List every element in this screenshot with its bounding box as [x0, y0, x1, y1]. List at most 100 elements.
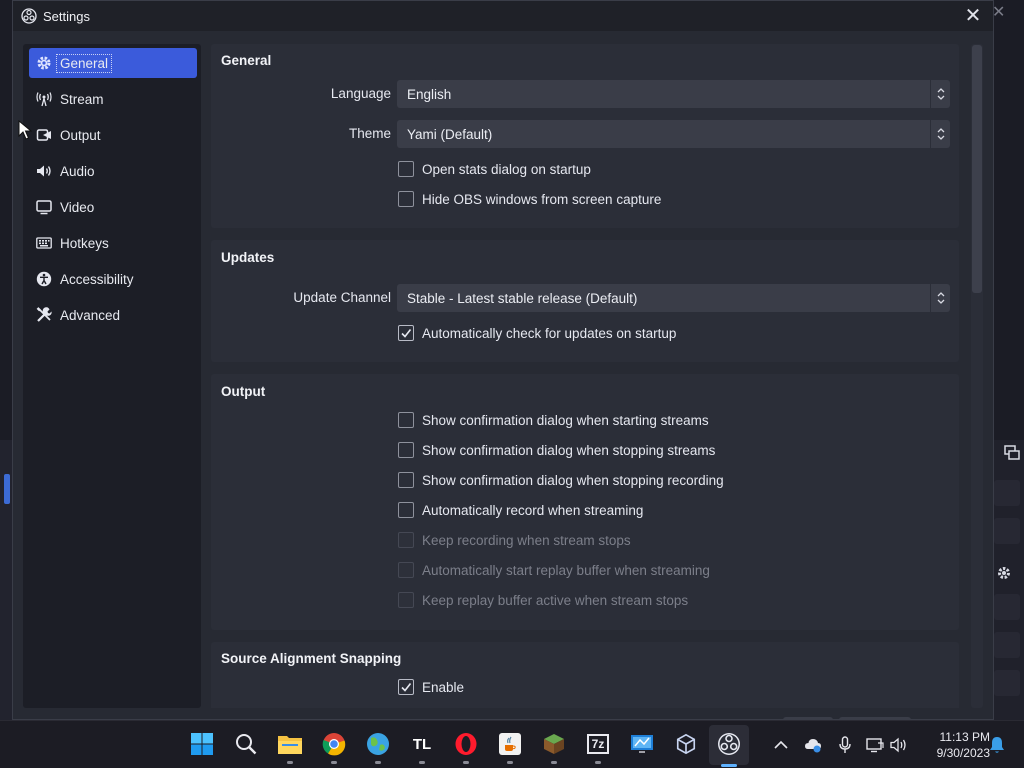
- active-indicator: [721, 764, 737, 767]
- checkbox-label: Automatically record when streaming: [422, 502, 644, 518]
- checkbox-label: Keep recording when stream stops: [422, 532, 631, 548]
- cloud-sync-icon[interactable]: [804, 736, 822, 754]
- sidebar-item-output[interactable]: Output: [29, 120, 197, 150]
- sidebar-item-video[interactable]: Video: [29, 192, 197, 222]
- checkbox-box: [398, 442, 414, 458]
- background-panel-row[interactable]: [994, 632, 1020, 658]
- updates-section: Updates Update Channel Stable - Latest s…: [211, 240, 959, 362]
- sidebar-item-accessibility[interactable]: Accessibility: [29, 264, 197, 294]
- sidebar-item-stream[interactable]: Stream: [29, 84, 197, 114]
- sidebar-item-label: General: [55, 53, 113, 73]
- language-label: Language: [330, 86, 391, 101]
- content-scrollbar[interactable]: [971, 44, 983, 708]
- sidebar-item-label: Hotkeys: [60, 235, 109, 251]
- updown-arrow-icon: [930, 120, 950, 148]
- popout-icon[interactable]: [1004, 445, 1020, 465]
- search-icon[interactable]: [233, 731, 259, 757]
- background-panel-row[interactable]: [994, 518, 1020, 544]
- scrollbar-thumb[interactable]: [972, 45, 982, 293]
- checkbox-label: Hide OBS windows from screen capture: [422, 191, 662, 207]
- confirm-stop-streams-checkbox[interactable]: Show confirmation dialog when stopping s…: [398, 440, 715, 460]
- sidebar-item-label: Advanced: [60, 307, 121, 323]
- file-explorer-icon[interactable]: [277, 731, 303, 757]
- checkbox-box: [398, 532, 414, 548]
- checkbox-box: [398, 191, 414, 207]
- maps-icon[interactable]: [365, 731, 391, 757]
- open-stats-checkbox[interactable]: Open stats dialog on startup: [398, 159, 591, 179]
- sidebar-item-audio[interactable]: Audio: [29, 156, 197, 186]
- sidebar-item-label: Video: [60, 199, 95, 215]
- update-channel-value: Stable - Latest stable release (Default): [407, 291, 638, 306]
- virtualbox-icon[interactable]: [673, 731, 699, 757]
- confirm-stop-recording-checkbox[interactable]: Show confirmation dialog when stopping r…: [398, 470, 724, 490]
- auto-check-updates-checkbox[interactable]: Automatically check for updates on start…: [398, 323, 676, 343]
- background-close-icon[interactable]: ✕: [992, 2, 1005, 22]
- close-button[interactable]: ✕: [961, 4, 985, 28]
- section-title-general: General: [221, 53, 272, 68]
- checkbox-box: [398, 502, 414, 518]
- checkbox-label: Keep replay buffer active when stream st…: [422, 592, 689, 608]
- confirm-start-streams-checkbox[interactable]: Show confirmation dialog when starting s…: [398, 410, 709, 430]
- auto-record-checkbox[interactable]: Automatically record when streaming: [398, 500, 643, 520]
- gear-icon: [35, 54, 53, 72]
- sidebar-item-label: Stream: [60, 91, 104, 107]
- update-channel-select[interactable]: Stable - Latest stable release (Default): [397, 284, 950, 312]
- title-bar: Settings ✕: [13, 1, 993, 31]
- checkbox-label: Automatically check for updates on start…: [422, 325, 677, 341]
- sidebar-item-advanced[interactable]: Advanced: [29, 300, 197, 330]
- settings-gear-icon[interactable]: [996, 565, 1012, 585]
- section-title-snapping: Source Alignment Snapping: [221, 651, 402, 666]
- running-indicator: [331, 761, 337, 764]
- background-panel-row[interactable]: [994, 480, 1020, 506]
- background-panel-row[interactable]: [994, 670, 1020, 696]
- keep-recording-checkbox: Keep recording when stream stops: [398, 530, 631, 550]
- network-icon[interactable]: [866, 736, 884, 754]
- checkbox-box: [398, 562, 414, 578]
- system-clock[interactable]: 11:13 PM 9/30/2023: [918, 729, 990, 761]
- theme-label: Theme: [348, 126, 391, 141]
- checkbox-box: [398, 472, 414, 488]
- tools-icon: [35, 306, 53, 324]
- speaker-icon: [35, 162, 53, 180]
- settings-sidebar: General Stream Output Audio Video Hotkey…: [23, 44, 201, 708]
- keyboard-icon: [35, 234, 53, 252]
- obs-icon[interactable]: [716, 731, 742, 757]
- section-title-output: Output: [221, 384, 266, 399]
- checkmark-icon: [401, 683, 412, 692]
- language-select[interactable]: English: [397, 80, 950, 108]
- chrome-icon[interactable]: [321, 731, 347, 757]
- sidebar-item-general[interactable]: General: [29, 48, 197, 78]
- running-indicator: [595, 761, 601, 764]
- tl-icon[interactable]: TL: [409, 731, 435, 757]
- opera-icon[interactable]: [453, 731, 479, 757]
- background-panel-row[interactable]: [994, 594, 1020, 620]
- remote-desktop-icon[interactable]: [629, 731, 655, 757]
- 7zip-icon[interactable]: 7z: [585, 731, 611, 757]
- checkbox-box: [398, 325, 414, 341]
- updown-arrow-icon: [930, 80, 950, 108]
- settings-dialog: Settings ✕ General Stream Output Audio V…: [12, 0, 994, 723]
- chevron-up-icon[interactable]: [772, 736, 790, 754]
- updown-arrow-icon: [930, 284, 950, 312]
- minecraft-icon[interactable]: [541, 731, 567, 757]
- antenna-icon: [35, 90, 53, 108]
- mouse-cursor-icon: [18, 119, 33, 143]
- clock-time: 11:13 PM: [939, 730, 990, 744]
- snapping-enable-checkbox[interactable]: Enable: [398, 677, 464, 697]
- notification-bell-icon[interactable]: [988, 736, 1006, 754]
- section-title-updates: Updates: [221, 250, 275, 265]
- checkbox-box: [398, 412, 414, 428]
- background-selection-marker: [4, 474, 10, 504]
- hide-obs-windows-checkbox[interactable]: Hide OBS windows from screen capture: [398, 189, 661, 209]
- volume-icon[interactable]: [890, 736, 908, 754]
- microphone-icon[interactable]: [836, 736, 854, 754]
- start-icon[interactable]: [189, 731, 215, 757]
- running-indicator: [551, 761, 557, 764]
- taskbar: TL 7z 11:13 PM 9/30/2023: [0, 720, 1024, 768]
- sidebar-item-hotkeys[interactable]: Hotkeys: [29, 228, 197, 258]
- running-indicator: [375, 761, 381, 764]
- java-icon[interactable]: [497, 731, 523, 757]
- checkbox-box: [398, 161, 414, 177]
- theme-select[interactable]: Yami (Default): [397, 120, 950, 148]
- checkbox-box: [398, 592, 414, 608]
